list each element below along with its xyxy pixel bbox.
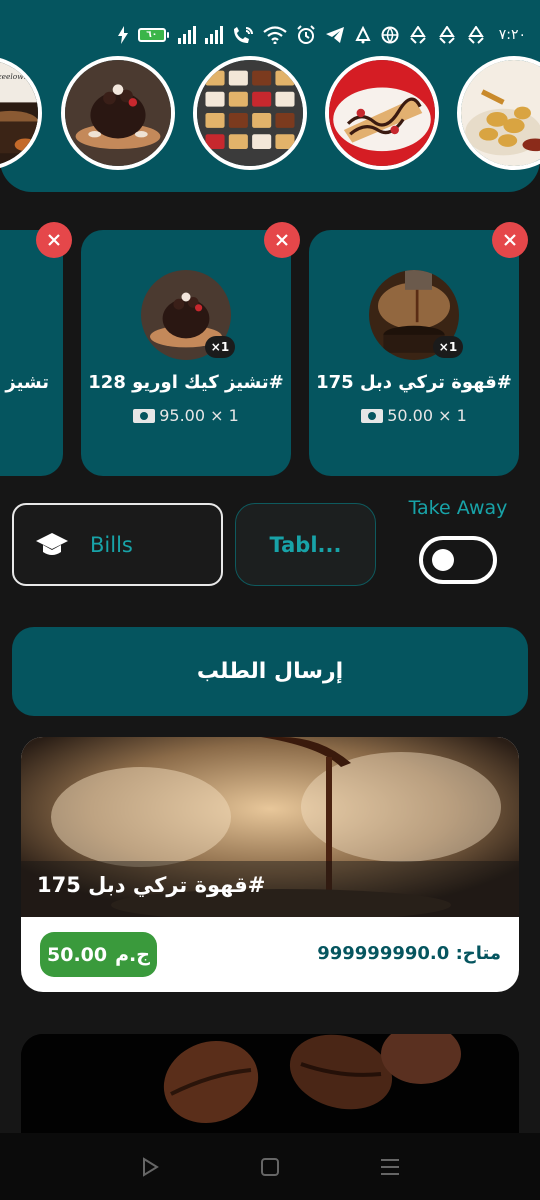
category-caption: zeelow… (0, 72, 31, 81)
cart-item[interactable]: ×1 قهوة تركي دبل 175# 50.00 × 1 (309, 222, 528, 476)
sync-icon (408, 25, 428, 45)
wifi-icon (263, 25, 287, 45)
category-crepe[interactable] (325, 56, 439, 170)
sync-icon (466, 25, 486, 45)
cart-item[interactable]: ×1 تشيز كيك اوريو 128# 95.00 × 1 (81, 222, 300, 476)
signal-icon (204, 26, 223, 44)
telegram-icon (325, 25, 345, 45)
cart-item[interactable]: تشيز (0, 222, 72, 476)
remove-item-button[interactable] (492, 222, 528, 258)
product-card[interactable]: قهوة تركي دبل 175# 50.00 ج.م متاح: 99999… (21, 737, 519, 992)
status-time: ٧:٢٠ (498, 27, 526, 43)
system-nav-bar (0, 1133, 540, 1200)
cash-icon (133, 408, 156, 423)
quantity-badge: ×1 (433, 336, 463, 358)
take-away-toggle[interactable] (419, 536, 497, 584)
recents-button[interactable] (370, 1147, 410, 1187)
back-icon (143, 1156, 159, 1177)
price-currency: ج.م (115, 943, 150, 966)
category-cheesecake[interactable] (61, 56, 175, 170)
category-coffee[interactable]: zeelow… (0, 56, 42, 170)
home-button[interactable] (250, 1147, 290, 1187)
availability-text: متاح: 999999990.0 (317, 943, 501, 964)
cart-item-price: 50.00 × 1 (309, 406, 519, 425)
cart-item-name: تشيز كيك اوريو 128# (88, 372, 284, 393)
submit-order-button[interactable]: إرسال الطلب (12, 627, 528, 716)
close-icon (276, 234, 288, 246)
alarm-icon (296, 25, 316, 45)
bills-label: Bills (90, 532, 133, 557)
cart-item-price-text: 95.00 × 1 (159, 406, 239, 425)
close-icon (48, 234, 60, 246)
remove-item-button[interactable] (264, 222, 300, 258)
cart-list: تشيز ×1 تشيز كيك اوريو 128# 95.00 × 1 ×1… (0, 222, 540, 476)
sync-icon (437, 25, 457, 45)
battery-level: ٦٠ (137, 28, 166, 42)
graduation-cap-icon (32, 531, 72, 559)
wifi-calling-icon (232, 25, 254, 45)
cart-item-price: 95.00 × 1 (81, 406, 291, 425)
toggle-knob (432, 549, 454, 571)
product-name: قهوة تركي دبل 175# (37, 873, 266, 897)
category-list: zeelow… (0, 56, 540, 174)
cart-item-name: تشيز (5, 372, 49, 393)
menu-icon (381, 1158, 399, 1175)
price-value: 50.00 (47, 943, 108, 966)
quantity-badge: ×1 (205, 336, 235, 358)
battery-icon: ٦٠ (137, 28, 169, 42)
cart-item-name: قهوة تركي دبل 175# (316, 372, 512, 393)
home-icon (261, 1157, 279, 1176)
back-button[interactable] (130, 1147, 170, 1187)
tables-button[interactable]: Tabl... (235, 503, 376, 586)
close-icon (504, 234, 516, 246)
take-away-label: Take Away (408, 497, 508, 519)
screen: ٦٠ ٧:٢٠ zeelow… تشيز ×1 تشيز كيك اوريو 1… (0, 0, 540, 1200)
vpn-icon (381, 25, 399, 45)
cart-item-price-text: 50.00 × 1 (387, 406, 467, 425)
signal-icon (177, 26, 196, 44)
flash-icon (117, 25, 129, 45)
cash-icon (361, 408, 384, 423)
bills-button[interactable]: Bills (12, 503, 223, 586)
category-waffles[interactable] (193, 56, 307, 170)
notification-icon (354, 25, 372, 45)
remove-item-button[interactable] (36, 222, 72, 258)
status-bar: ٦٠ ٧:٢٠ (0, 18, 540, 52)
price-badge: 50.00 ج.م (40, 932, 157, 977)
category-fries[interactable] (457, 56, 540, 170)
